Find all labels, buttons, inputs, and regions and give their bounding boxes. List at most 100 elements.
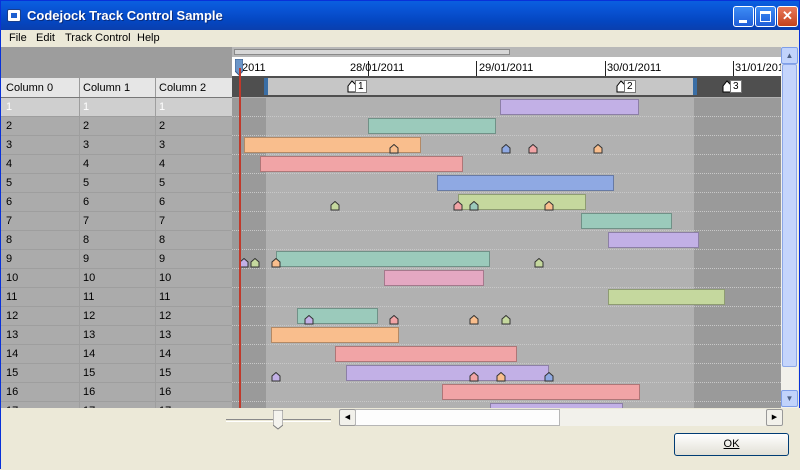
- column-divider[interactable]: [79, 78, 80, 97]
- minimize-button[interactable]: [733, 6, 754, 27]
- table-cell: 1: [159, 101, 166, 113]
- track-block[interactable]: [368, 118, 496, 134]
- grid-header-strip: [1, 47, 232, 78]
- horizontal-scrollbar[interactable]: ◀ ▶: [339, 409, 783, 426]
- column-header-2[interactable]: Column 2: [159, 82, 206, 94]
- table-cell: 6: [6, 196, 13, 208]
- table-cell: 15: [159, 367, 172, 379]
- table-row[interactable]: 4 4 4: [1, 155, 232, 174]
- track-block[interactable]: [581, 213, 672, 229]
- marker-icon: [528, 144, 538, 154]
- track-block[interactable]: [608, 232, 699, 248]
- table-row[interactable]: 15 15 15: [1, 364, 232, 383]
- table-row[interactable]: 3 3 3: [1, 136, 232, 155]
- table-row[interactable]: 13 13 13: [1, 326, 232, 345]
- arrow-down-icon: ▼: [785, 394, 794, 403]
- table-cell: 8: [159, 234, 166, 246]
- table-row[interactable]: 7 7 7: [1, 212, 232, 231]
- table-cell: 10: [159, 272, 172, 284]
- track-block[interactable]: [346, 365, 549, 381]
- bottom-panel: ◀ ▶ OK: [1, 408, 800, 470]
- table-row[interactable]: 12 12 12: [1, 307, 232, 326]
- table-row[interactable]: 8 8 8: [1, 231, 232, 250]
- timeline-date-label: 29/01/2011: [479, 62, 534, 74]
- table-cell: 4: [159, 158, 166, 170]
- table-cell: 4: [83, 158, 90, 170]
- table-row[interactable]: 16 16 16: [1, 383, 232, 402]
- column-divider[interactable]: [155, 78, 156, 97]
- marker-band: 1 2 3: [232, 76, 781, 97]
- track-block[interactable]: [276, 251, 490, 267]
- track-block[interactable]: [335, 346, 517, 362]
- scroll-left-button[interactable]: ◀: [339, 409, 356, 426]
- menu-file[interactable]: File: [9, 32, 27, 44]
- marker-icon: [534, 258, 544, 268]
- timeline-tick: [605, 61, 606, 76]
- table-row[interactable]: 1 1 1: [1, 98, 232, 117]
- ok-button[interactable]: OK: [674, 433, 789, 456]
- table-cell: 5: [6, 177, 13, 189]
- table-cell: 4: [6, 158, 13, 170]
- table-cell: 5: [83, 177, 90, 189]
- title-bar[interactable]: Codejock Track Control Sample ✕: [1, 1, 799, 30]
- marker-icon: [544, 201, 554, 211]
- table-row[interactable]: 11 11 11: [1, 288, 232, 307]
- column-header-1[interactable]: Column 1: [83, 82, 130, 94]
- track-block[interactable]: [500, 99, 639, 115]
- table-cell: 14: [83, 348, 96, 360]
- timeline-marker[interactable]: 1: [347, 80, 371, 94]
- table-cell: 3: [6, 139, 13, 151]
- timeline-marker[interactable]: 3: [722, 80, 746, 94]
- table-row[interactable]: 9 9 9: [1, 250, 232, 269]
- table-row[interactable]: 6 6 6: [1, 193, 232, 212]
- table-cell: 16: [83, 386, 96, 398]
- column-header-0[interactable]: Column 0: [6, 82, 53, 94]
- track-block[interactable]: [608, 289, 725, 305]
- table-cell: 13: [6, 329, 19, 341]
- table-cell: 1: [83, 101, 90, 113]
- marker-icon: [389, 315, 399, 325]
- menu-track-control[interactable]: Track Control: [65, 32, 131, 44]
- scroll-up-button[interactable]: ▲: [781, 47, 798, 64]
- track-block[interactable]: [437, 175, 614, 191]
- table-cell: 14: [159, 348, 172, 360]
- table-cell: 12: [83, 310, 96, 322]
- table-cell: 8: [6, 234, 13, 246]
- table-cell: 14: [6, 348, 19, 360]
- marker-icon: [501, 144, 511, 154]
- menu-help[interactable]: Help: [137, 32, 160, 44]
- table-row[interactable]: 10 10 10: [1, 269, 232, 288]
- marker-icon: [453, 201, 463, 211]
- close-icon: ✕: [782, 8, 793, 23]
- timeline-marker[interactable]: 2: [616, 80, 640, 94]
- marker-label: 2: [624, 80, 636, 93]
- marker-icon: [330, 201, 340, 211]
- track-block[interactable]: [442, 384, 640, 400]
- table-cell: 13: [83, 329, 96, 341]
- timeline-date-label: 30/01/2011: [607, 62, 662, 74]
- vertical-scrollbar[interactable]: ▲ ▼: [781, 47, 798, 408]
- table-cell: 6: [83, 196, 90, 208]
- table-row[interactable]: 2 2 2: [1, 117, 232, 136]
- vertical-scroll-thumb[interactable]: [782, 64, 797, 367]
- arrow-left-icon: ◀: [344, 414, 351, 421]
- table-cell: 10: [6, 272, 19, 284]
- table-row[interactable]: 14 14 14: [1, 345, 232, 364]
- track-block[interactable]: [271, 327, 399, 343]
- close-button[interactable]: ✕: [777, 6, 798, 27]
- zoom-slider-thumb[interactable]: [272, 409, 284, 430]
- table-cell: 9: [83, 253, 90, 265]
- track-block[interactable]: [260, 156, 463, 172]
- table-row[interactable]: 5 5 5: [1, 174, 232, 193]
- track-block[interactable]: [384, 270, 484, 286]
- menu-edit[interactable]: Edit: [36, 32, 55, 44]
- scroll-right-button[interactable]: ▶: [766, 409, 783, 426]
- timeline-scroll-strip: [232, 47, 781, 57]
- maximize-button[interactable]: [755, 6, 776, 27]
- time-cursor-line[interactable]: [239, 68, 241, 408]
- timeline-ruler: 2011 28/01/2011 29/01/2011 30/01/2011 31/01/…: [232, 47, 781, 76]
- scroll-down-button[interactable]: ▼: [781, 390, 798, 407]
- window-title: Codejock Track Control Sample: [27, 8, 223, 23]
- horizontal-scroll-thumb[interactable]: [355, 409, 560, 426]
- timeline-scroll-range[interactable]: [234, 49, 510, 55]
